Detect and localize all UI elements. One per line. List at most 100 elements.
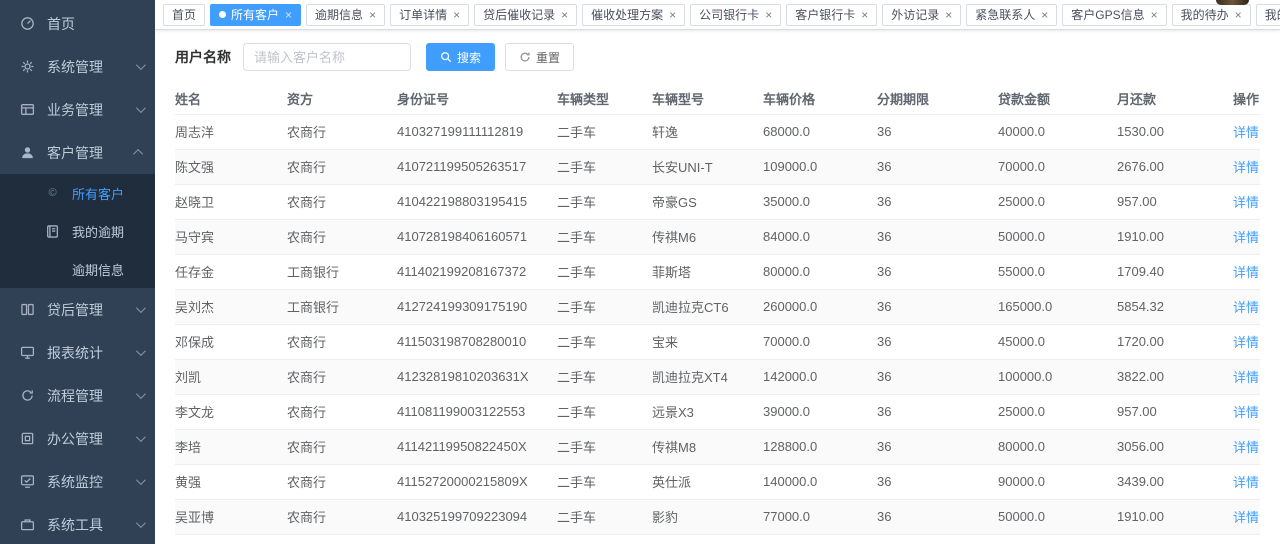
sidebar-item-系统监控[interactable]: 系统监控 [0,460,155,503]
detail-link[interactable]: 详情 [1233,125,1259,140]
tab-客户银行卡[interactable]: 客户银行卡× [786,4,877,26]
detail-link[interactable]: 详情 [1233,195,1259,210]
sidebar-item-逾期信息[interactable]: 逾期信息 [0,250,155,288]
table-cell: 农商行 [287,429,397,464]
detail-link[interactable]: 详情 [1233,265,1259,280]
table-cell: 二手车 [557,114,652,149]
detail-link[interactable]: 详情 [1233,475,1259,490]
sidebar-item-首页[interactable]: 首页 [0,2,155,45]
search-button[interactable]: 搜索 [426,43,495,71]
customer-table-wrap: 姓名资方身份证号车辆类型车辆型号车辆价格分期期限贷款金额月还款操作 周志洋农商行… [155,84,1280,544]
table-cell: 60000.0 [998,534,1117,544]
table-cell: 90000.0 [998,464,1117,499]
table-cell: 周志洋 [175,114,287,149]
sidebar-item-贷后管理[interactable]: 贷后管理 [0,288,155,331]
detail-link[interactable]: 详情 [1233,300,1259,315]
table-cell: 远景X3 [652,394,763,429]
sidebar-item-办公管理[interactable]: 办公管理 [0,417,155,460]
close-icon[interactable]: × [369,9,376,21]
table-cell: 95000.0 [763,534,877,544]
sidebar-item-客户管理[interactable]: 客户管理 [0,131,155,174]
detail-link[interactable]: 详情 [1233,160,1259,175]
sidebar-item-流程管理[interactable]: 流程管理 [0,374,155,417]
tab-首页[interactable]: 首页× [163,4,205,26]
sidebar-item-所有客户[interactable]: ©所有客户 [0,174,155,212]
table-cell: 412724199309175190 [397,289,557,324]
detail-link[interactable]: 详情 [1233,370,1259,385]
sidebar-item-系统工具[interactable]: 系统工具 [0,503,155,544]
table-cell: 128800.0 [763,429,877,464]
reset-button-label: 重置 [536,49,560,66]
table-cell: 41232819810203631X [397,359,557,394]
column-header-贷款金额: 贷款金额 [998,84,1117,114]
avatar[interactable] [1216,0,1249,5]
table-cell: 957.00 [1117,184,1233,219]
sidebar-item-我的逾期[interactable]: 我的逾期 [0,212,155,250]
tab-我的待办[interactable]: 我的待办× [1172,4,1251,26]
tab-label: 公司银行卡 [699,6,759,23]
table-cell-action: 详情 [1233,359,1260,394]
table-cell: 410327199111112819 [397,114,557,149]
table-cell: 36 [877,499,998,534]
tab-紧急联系人[interactable]: 紧急联系人× [966,4,1057,26]
table-cell: 工商银行 [287,289,397,324]
detail-link[interactable]: 详情 [1233,510,1259,525]
tab-我的流程[interactable]: 我的流程× [1256,4,1280,26]
detail-link[interactable]: 详情 [1233,335,1259,350]
column-header-月还款: 月还款 [1117,84,1233,114]
reset-button[interactable]: 重置 [505,43,574,71]
table-cell: 36 [877,464,998,499]
tab-贷后催收记录[interactable]: 贷后催收记录× [474,4,577,26]
close-icon[interactable]: × [1151,9,1158,21]
table-cell: 411402199208167372 [397,254,557,289]
table-cell: 410325199709223094 [397,499,557,534]
close-icon[interactable]: × [561,9,568,21]
sidebar-item-报表统计[interactable]: 报表统计 [0,331,155,374]
chevron-up-icon [133,149,143,159]
customer-name-input[interactable] [243,43,411,71]
table-row: 赵晓卫农商行410422198803195415二手车帝豪GS35000.036… [175,184,1260,219]
table-cell-action: 详情 [1233,429,1260,464]
table-cell: 凯迪拉克CT6 [652,289,763,324]
close-icon[interactable]: × [285,9,292,21]
table-cell-action: 详情 [1233,114,1260,149]
table-cell: 36 [877,254,998,289]
table-cell: 1709.40 [1117,254,1233,289]
detail-link[interactable]: 详情 [1233,230,1259,245]
tab-label: 首页 [172,6,196,23]
sidebar-item-业务管理[interactable]: 业务管理 [0,88,155,131]
sidebar-item-label: 逾期信息 [72,260,124,279]
close-icon[interactable]: × [669,9,676,21]
sidebar-item-系统管理[interactable]: 系统管理 [0,45,155,88]
table-cell: 35000.0 [763,184,877,219]
close-icon[interactable]: × [1235,9,1242,21]
table-cell: 工商银行 [287,254,397,289]
tab-公司银行卡[interactable]: 公司银行卡 × [690,4,781,26]
table-cell: 二手车 [557,289,652,324]
table-cell: 二手车 [557,219,652,254]
report-icon [20,345,35,360]
detail-link[interactable]: 详情 [1233,440,1259,455]
table-cell: 3822.00 [1117,359,1233,394]
table-cell: 二手车 [557,429,652,464]
table-cell: 邓保成 [175,324,287,359]
tab-逾期信息[interactable]: 逾期信息× [306,4,385,26]
table-cell: 凯迪拉克XT4 [652,359,763,394]
tab-label: 订单详情 [399,6,447,23]
active-tab-dot [219,11,226,18]
close-icon[interactable]: × [1041,9,1048,21]
tab-外访记录[interactable]: 外访记录× [882,4,961,26]
tab-所有客户[interactable]: 所有客户× [210,4,301,26]
tab-客户GPS信息[interactable]: 客户GPS信息× [1062,4,1166,26]
table-cell: 贾明辉 [175,534,287,544]
detail-link[interactable]: 详情 [1233,405,1259,420]
tab-订单详情[interactable]: 订单详情 × [390,4,469,26]
close-icon[interactable]: × [945,9,952,21]
table-cell: 二手车 [557,534,652,544]
table-cell: 70000.0 [763,324,877,359]
table-cell: 3439.00 [1117,464,1233,499]
close-icon[interactable]: × [861,9,868,21]
close-icon[interactable]: × [765,9,772,21]
tab-催收处理方案[interactable]: 催收处理方案× [582,4,685,26]
close-icon[interactable]: × [453,9,460,21]
